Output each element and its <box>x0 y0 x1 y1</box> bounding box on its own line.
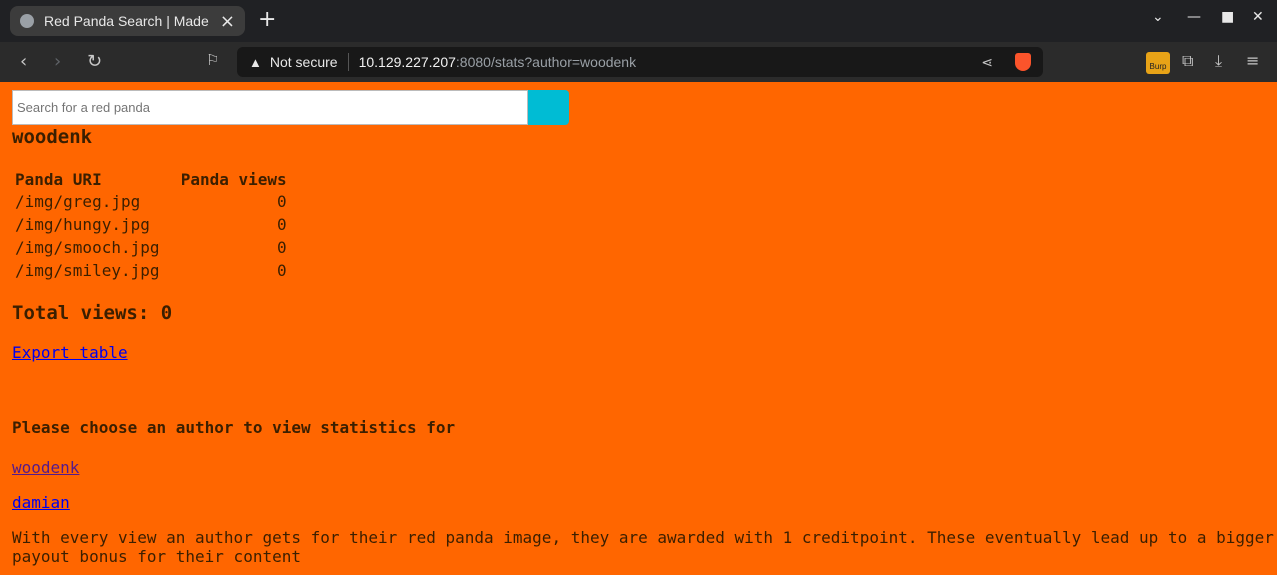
warning-icon: ▲ <box>249 54 262 70</box>
column-header-uri: Panda URI <box>15 170 102 189</box>
column-header-views: Panda views <box>180 170 287 189</box>
tab-title: Red Panda Search | Made with Spring Boot <box>44 13 212 29</box>
panda-views: 0 <box>277 215 287 234</box>
globe-icon <box>20 14 34 28</box>
new-tab-icon[interactable]: + <box>258 9 276 31</box>
forward-icon[interactable]: › <box>54 51 61 72</box>
maximize-icon[interactable]: ■ <box>1221 9 1234 25</box>
choose-author-heading: Please choose an author to view statisti… <box>12 418 456 437</box>
panda-uri: /img/smiley.jpg <box>15 261 160 280</box>
url-path: :8080/stats?author=woodenk <box>455 54 637 70</box>
panda-views: 0 <box>277 238 287 257</box>
back-icon[interactable]: ‹ <box>20 51 27 72</box>
address-bar[interactable]: ▲ Not secure 10.129.227.207:8080/stats?a… <box>237 47 1043 77</box>
brave-shields-icon[interactable] <box>1015 53 1031 71</box>
bookmark-icon[interactable]: ⚐ <box>206 51 219 69</box>
table-row: /img/hungy.jpg 0 <box>14 214 288 235</box>
url-host: 10.129.227.207 <box>358 54 456 70</box>
not-secure-label[interactable]: Not secure <box>270 54 338 70</box>
panda-uri: /img/hungy.jpg <box>15 215 150 234</box>
reload-icon[interactable]: ↻ <box>87 51 102 72</box>
author-link-damian[interactable]: damian <box>12 493 70 512</box>
panda-views: 0 <box>277 261 287 280</box>
share-icon[interactable]: ⋖ <box>981 54 993 71</box>
panda-views: 0 <box>277 192 287 211</box>
menu-icon[interactable]: ≡ <box>1246 51 1259 70</box>
total-views: Total views: 0 <box>12 302 173 324</box>
browser-tab[interactable]: Red Panda Search | Made with Spring Boot… <box>10 6 245 36</box>
table-row: /img/smooch.jpg 0 <box>14 237 288 258</box>
stats-table: Panda URI Panda views /img/greg.jpg 0 /i… <box>12 168 290 283</box>
export-table-link[interactable]: Export table <box>12 343 128 362</box>
search-input[interactable] <box>12 90 528 125</box>
burp-extension-icon[interactable]: Burp <box>1146 52 1170 74</box>
credit-description: With every view an author gets for their… <box>12 528 1274 566</box>
burp-label: Burp <box>1149 62 1167 71</box>
table-row: /img/smiley.jpg 0 <box>14 260 288 281</box>
close-tab-icon[interactable]: × <box>220 11 235 32</box>
close-window-icon[interactable]: ✕ <box>1252 9 1264 25</box>
extensions-icon[interactable]: ⧉ <box>1182 51 1193 71</box>
panda-uri: /img/smooch.jpg <box>15 238 160 257</box>
page-content: woodenk Panda URI Panda views /img/greg.… <box>0 82 1277 575</box>
tab-strip: Red Panda Search | Made with Spring Boot… <box>0 0 1277 42</box>
table-row: /img/greg.jpg 0 <box>14 191 288 212</box>
url-divider <box>347 53 349 71</box>
tab-search-chevron-icon[interactable]: ⌄ <box>1152 9 1164 25</box>
search-button[interactable] <box>528 90 569 125</box>
browser-toolbar: ‹ › ↻ ⚐ ▲ Not secure 10.129.227.207:8080… <box>0 42 1277 82</box>
downloads-icon[interactable]: ⤓ <box>1215 51 1222 71</box>
minimize-icon[interactable]: — <box>1187 9 1201 25</box>
author-link-woodenk[interactable]: woodenk <box>12 458 79 477</box>
panda-uri: /img/greg.jpg <box>15 192 141 211</box>
author-heading: woodenk <box>12 126 93 148</box>
